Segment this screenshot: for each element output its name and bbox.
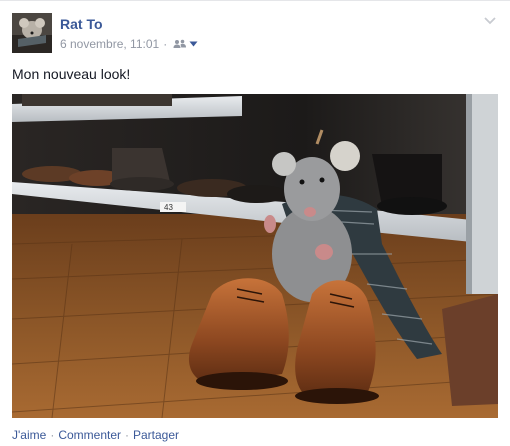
like-link[interactable]: J'aime — [12, 428, 46, 442]
audience-dropdown-icon — [189, 41, 198, 47]
audience-selector[interactable] — [173, 39, 198, 49]
avatar-image — [12, 13, 52, 53]
shelf-label: 43 — [164, 203, 173, 212]
comment-link[interactable]: Commenter — [58, 428, 121, 442]
post-meta: 6 novembre, 11:01 · — [60, 37, 198, 51]
photo-image: 43 — [12, 94, 498, 418]
post-card: Rat To 6 novembre, 11:01 · Mon nouveau l… — [0, 0, 510, 446]
post-message: Mon nouveau look! — [12, 66, 131, 82]
post-photo[interactable]: 43 — [12, 94, 498, 418]
share-link[interactable]: Partager — [133, 428, 179, 442]
author-avatar[interactable] — [12, 13, 52, 53]
chevron-down-icon[interactable] — [484, 17, 496, 25]
action-separator: · — [50, 428, 55, 442]
author-name-link[interactable]: Rat To — [60, 16, 103, 32]
friends-icon — [173, 39, 187, 48]
card-top-border — [0, 0, 510, 1]
post-actions: J'aime · Commenter · Partager — [12, 428, 179, 442]
post-timestamp-link[interactable]: 6 novembre, 11:01 — [60, 37, 159, 51]
action-separator: · — [125, 428, 129, 442]
meta-separator: · — [163, 37, 168, 51]
